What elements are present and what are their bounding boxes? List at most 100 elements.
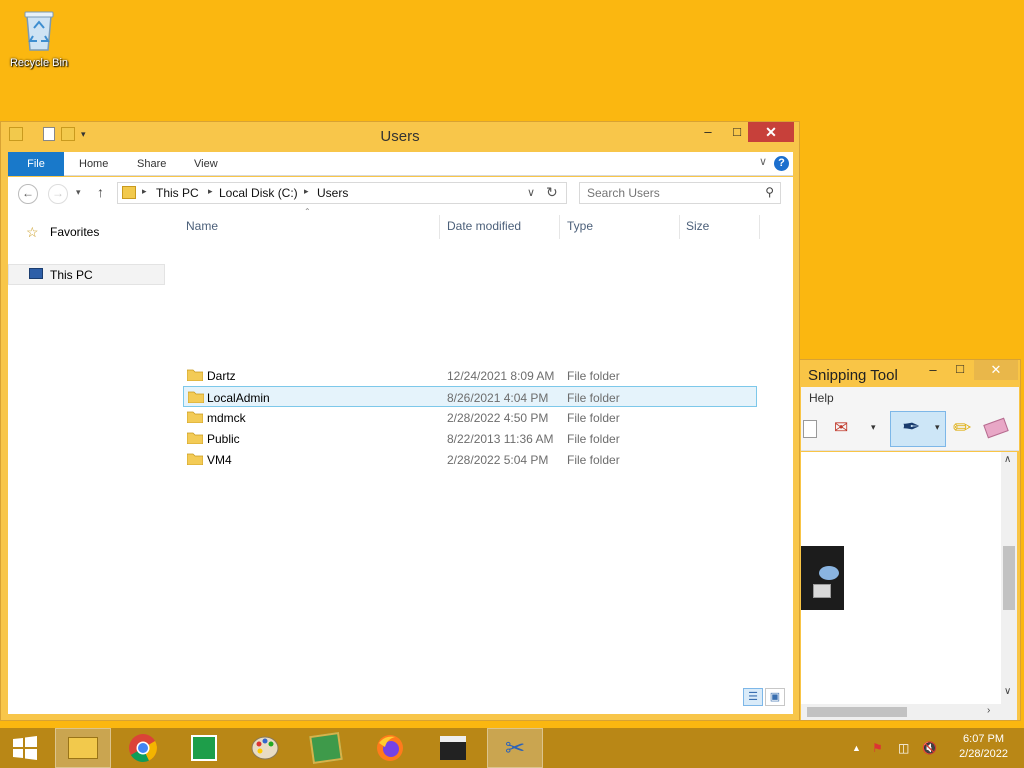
close-button[interactable]: ✕ [748, 122, 794, 142]
nav-item-favorites[interactable]: ☆ Favorites [8, 222, 165, 243]
tab-home[interactable]: Home [79, 152, 108, 176]
pen-dropdown-icon[interactable]: ▾ [935, 422, 940, 433]
copy-icon[interactable] [803, 420, 817, 438]
breadcrumb-this-pc[interactable]: This PC [156, 186, 199, 200]
forward-button[interactable]: → [48, 184, 68, 204]
taskbar-firefox[interactable] [362, 728, 418, 768]
table-row[interactable]: VM4 2/28/2022 5:04 PM File folder [183, 449, 757, 470]
snipping-tool-title: Snipping Tool [808, 367, 898, 384]
breadcrumb-separator-icon[interactable]: ▸ [208, 186, 213, 197]
folder-icon [188, 391, 204, 403]
taskbar-movie-maker[interactable] [425, 728, 481, 768]
snip-maximize-button[interactable]: □ [950, 361, 970, 376]
breadcrumb-separator-icon[interactable]: ▸ [142, 186, 147, 197]
drive-icon [813, 584, 831, 598]
snip-canvas[interactable] [801, 452, 1001, 704]
firefox-icon [377, 735, 403, 761]
send-snip-icon[interactable]: ✉ [834, 418, 848, 438]
column-header-size[interactable]: Size [686, 219, 709, 233]
minimize-button[interactable]: – [694, 122, 722, 142]
highlighter-icon[interactable]: ✏ [953, 415, 971, 441]
table-row[interactable]: Dartz 12/24/2021 8:09 AM File folder [183, 365, 757, 386]
refresh-icon[interactable]: ↻ [546, 184, 558, 201]
expand-ribbon-icon[interactable]: ∨ [759, 155, 767, 168]
breadcrumb-local-disk[interactable]: Local Disk (C:) [219, 186, 298, 200]
captured-snip-image [801, 546, 844, 610]
table-row[interactable]: LocalAdmin 8/26/2021 4:04 PM File folder [183, 386, 757, 407]
nav-item-this-pc[interactable]: This PC [8, 264, 165, 285]
breadcrumb-users[interactable]: Users [317, 186, 348, 200]
taskbar-chrome[interactable] [115, 728, 171, 768]
snip-close-button[interactable]: ✕ [974, 360, 1018, 380]
file-date: 8/26/2021 4:04 PM [447, 391, 549, 405]
tab-view[interactable]: View [194, 152, 218, 176]
scroll-down-icon[interactable]: ∨ [1004, 686, 1011, 697]
column-divider[interactable] [439, 215, 440, 239]
start-button[interactable] [0, 728, 50, 768]
file-date: 2/28/2022 5:04 PM [447, 453, 549, 467]
column-divider[interactable] [559, 215, 560, 239]
maps-icon [309, 732, 343, 764]
taskbar-file-explorer[interactable] [55, 728, 111, 768]
file-list: ⌃ Name Date modified Type Size Dartz 12/… [181, 207, 781, 714]
send-dropdown-icon[interactable]: ▾ [871, 422, 876, 433]
menu-help[interactable]: Help [809, 391, 834, 405]
scroll-up-icon[interactable]: ∧ [1004, 454, 1011, 465]
clapperboard-icon [440, 736, 466, 760]
taskbar-clock[interactable]: 6:07 PM 2/28/2022 [959, 732, 1008, 762]
scissors-icon: ✂ [504, 734, 526, 762]
action-center-flag-icon[interactable]: ⚑ [872, 741, 883, 755]
store-icon [191, 735, 217, 761]
clock-time: 6:07 PM [963, 733, 1005, 745]
help-icon[interactable]: ? [774, 156, 789, 171]
search-icon[interactable]: ⚲ [765, 185, 774, 199]
snip-menu-bar: Help [801, 387, 1019, 409]
search-box[interactable]: ⚲ [579, 182, 781, 204]
network-icon[interactable]: ◫ [898, 741, 909, 755]
address-history-chevron-icon[interactable]: ∨ [527, 186, 535, 199]
table-row[interactable]: Public 8/22/2013 11:36 AM File folder [183, 428, 757, 449]
column-header-date-modified[interactable]: Date modified [447, 219, 521, 233]
snipping-tool-window: Snipping Tool – □ ✕ Help ✉ ▾ ✒ ▾ ✏ ∧ ∨ › [799, 359, 1021, 721]
taskbar-snipping-tool[interactable]: ✂ [487, 728, 543, 768]
tab-share[interactable]: Share [137, 152, 166, 176]
address-bar[interactable]: ▸ This PC ▸ Local Disk (C:) ▸ Users ∨ ↻ [117, 182, 567, 204]
volume-muted-icon[interactable]: 🔇 [922, 741, 937, 755]
column-divider[interactable] [759, 215, 760, 239]
file-date: 2/28/2022 4:50 PM [447, 411, 549, 425]
show-hidden-icons-icon[interactable]: ▲ [852, 743, 861, 753]
taskbar-maps[interactable] [298, 728, 354, 768]
file-name: LocalAdmin [207, 391, 270, 405]
file-name: Dartz [207, 369, 236, 383]
maximize-button[interactable]: □ [723, 122, 751, 142]
search-input[interactable] [587, 186, 757, 200]
up-arrow-icon[interactable]: ↑ [97, 184, 104, 200]
scroll-thumb[interactable] [1003, 546, 1015, 610]
column-divider[interactable] [679, 215, 680, 239]
file-name: Public [207, 432, 240, 446]
snip-vertical-scrollbar[interactable]: ∧ ∨ [1001, 452, 1017, 704]
navigation-bar: ← → ▾ ↑ ▸ This PC ▸ Local Disk (C:) ▸ Us… [8, 177, 793, 209]
column-header-type[interactable]: Type [567, 219, 593, 233]
snip-minimize-button[interactable]: – [923, 362, 943, 377]
recent-locations-icon[interactable]: ▾ [76, 187, 81, 198]
network-globe-icon [819, 566, 839, 580]
table-row[interactable]: mdmck 2/28/2022 4:50 PM File folder [183, 407, 757, 428]
recycle-bin-desktop-icon[interactable]: Recycle Bin [6, 6, 72, 69]
taskbar-store[interactable] [176, 728, 232, 768]
eraser-icon[interactable] [983, 417, 1009, 439]
tab-file[interactable]: File [8, 152, 64, 176]
taskbar-paint[interactable] [237, 728, 293, 768]
column-header-name[interactable]: Name [186, 219, 218, 233]
details-view-icon[interactable]: ☰ [743, 688, 763, 706]
back-button[interactable]: ← [18, 184, 38, 204]
scroll-right-icon[interactable]: › [987, 705, 990, 716]
chrome-icon [129, 734, 157, 762]
breadcrumb-separator-icon[interactable]: ▸ [304, 186, 309, 197]
snip-horizontal-scrollbar[interactable]: › [801, 704, 1017, 720]
large-icons-view-icon[interactable]: ▣ [765, 688, 785, 706]
recycle-bin-icon [24, 11, 54, 51]
view-switcher: ☰ ▣ [743, 688, 785, 706]
scroll-thumb[interactable] [807, 707, 907, 717]
explorer-title-bar[interactable]: ▾ Users – □ ✕ [1, 122, 799, 150]
